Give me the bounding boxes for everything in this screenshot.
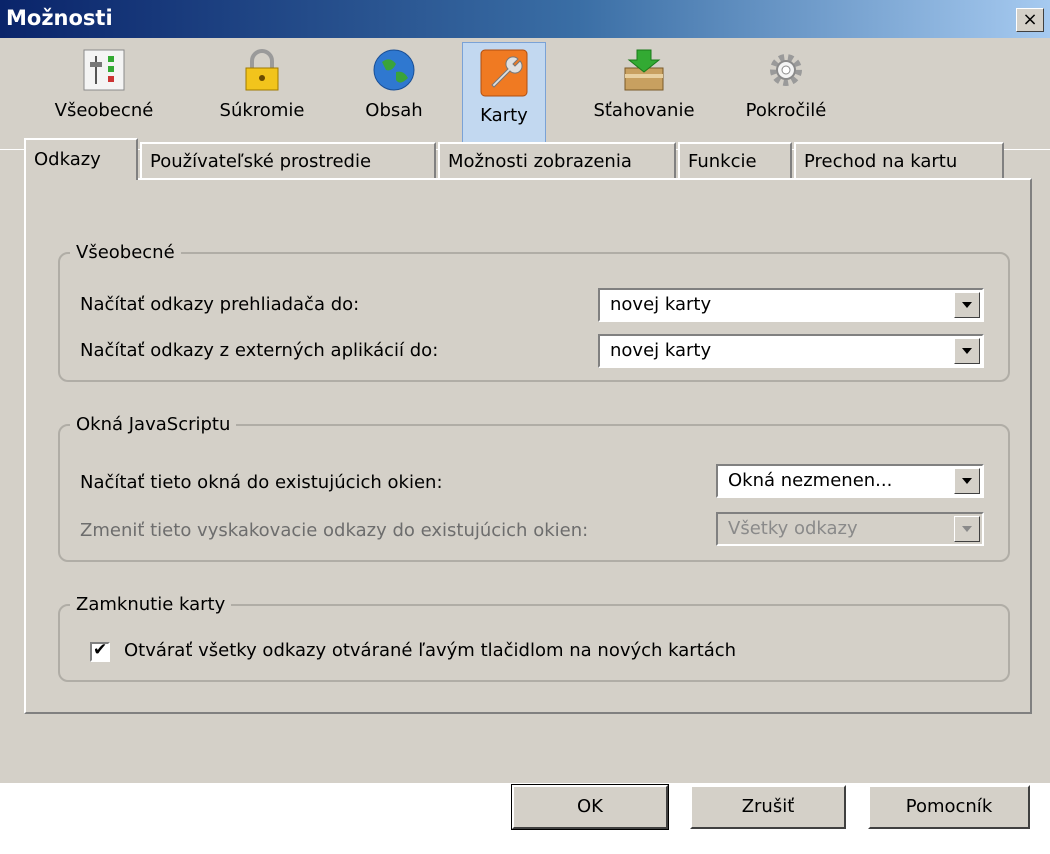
category-toolbar: Všeobecné Súkromie Obsah Karty Sťahovani…	[0, 38, 1050, 150]
gear-icon	[770, 54, 802, 86]
external-links-label: Načítať odkazy z externých aplikácií do:	[80, 340, 439, 361]
toolbar-tabs[interactable]: Karty	[462, 42, 546, 148]
popup-links-value: Všetky odkazy	[728, 518, 858, 539]
toolbar-advanced-label: Pokročilé	[745, 100, 827, 121]
group-javascript-legend: Okná JavaScriptu	[76, 414, 231, 435]
group-general-legend: Všeobecné	[76, 242, 175, 263]
lock-icon	[245, 49, 279, 91]
toolbar-tabs-label: Karty	[480, 105, 528, 126]
tab-tab-switching[interactable]: Prechod na kartu	[794, 142, 1004, 178]
cancel-button[interactable]: Zrušiť	[690, 785, 846, 829]
help-button[interactable]: Pomocník	[868, 785, 1030, 829]
toolbar-general-label: Všeobecné	[54, 100, 154, 121]
load-windows-select[interactable]: Okná nezmenen...	[716, 464, 984, 498]
download-box-icon	[624, 49, 664, 91]
open-links-new-tabs-label[interactable]: Otvárať všetky odkazy otvárané ľavým tla…	[124, 640, 736, 661]
options-dialog: Možnosti × Všeobecné Súkromie Obsah Kart…	[0, 0, 1050, 854]
load-windows-value: Okná nezmenen...	[728, 470, 893, 491]
tab-user-interface[interactable]: Používateľské prostredie	[140, 142, 436, 178]
browser-links-value: novej karty	[610, 294, 712, 315]
ok-button[interactable]: OK	[511, 784, 669, 830]
chevron-down-icon[interactable]	[954, 468, 980, 494]
toolbar-advanced[interactable]: Pokročilé	[730, 42, 842, 148]
toolbar-general[interactable]: Všeobecné	[40, 42, 168, 148]
toolbar-privacy-label: Súkromie	[219, 100, 305, 121]
globe-icon	[373, 49, 415, 91]
chevron-down-icon[interactable]	[954, 292, 980, 318]
browser-links-label: Načítať odkazy prehliadača do:	[80, 294, 360, 315]
group-tab-lock-legend: Zamknutie karty	[76, 594, 226, 615]
chevron-down-icon	[954, 516, 980, 542]
external-links-value: novej karty	[610, 340, 712, 361]
external-links-select[interactable]: novej karty	[598, 334, 984, 368]
chevron-down-icon[interactable]	[954, 338, 980, 364]
general-settings-icon	[83, 49, 125, 91]
tab-display-options[interactable]: Možnosti zobrazenia	[438, 142, 676, 178]
toolbar-downloads[interactable]: Sťahovanie	[576, 42, 712, 148]
tab-links[interactable]: Odkazy	[24, 138, 138, 180]
wrench-icon	[480, 49, 528, 97]
tab-features[interactable]: Funkcie	[678, 142, 792, 178]
tab-panel-links: Všeobecné Načítať odkazy prehliadača do:…	[24, 178, 1032, 714]
toolbar-privacy[interactable]: Súkromie	[208, 42, 316, 148]
popup-links-select: Všetky odkazy	[716, 512, 984, 546]
popup-links-label: Zmeniť tieto vyskakovacie odkazy do exis…	[80, 520, 589, 541]
window-title: Možnosti	[6, 6, 113, 30]
title-bar[interactable]: Možnosti ×	[0, 0, 1050, 38]
toolbar-content[interactable]: Obsah	[350, 42, 438, 148]
load-windows-label: Načítať tieto okná do existujúcich okien…	[80, 472, 443, 493]
toolbar-downloads-label: Sťahovanie	[593, 100, 695, 121]
toolbar-content-label: Obsah	[365, 100, 423, 121]
browser-links-select[interactable]: novej karty	[598, 288, 984, 322]
open-links-new-tabs-checkbox[interactable]	[90, 640, 110, 662]
close-button[interactable]: ×	[1016, 8, 1044, 32]
group-tab-lock: Zamknutie karty	[58, 594, 1010, 682]
